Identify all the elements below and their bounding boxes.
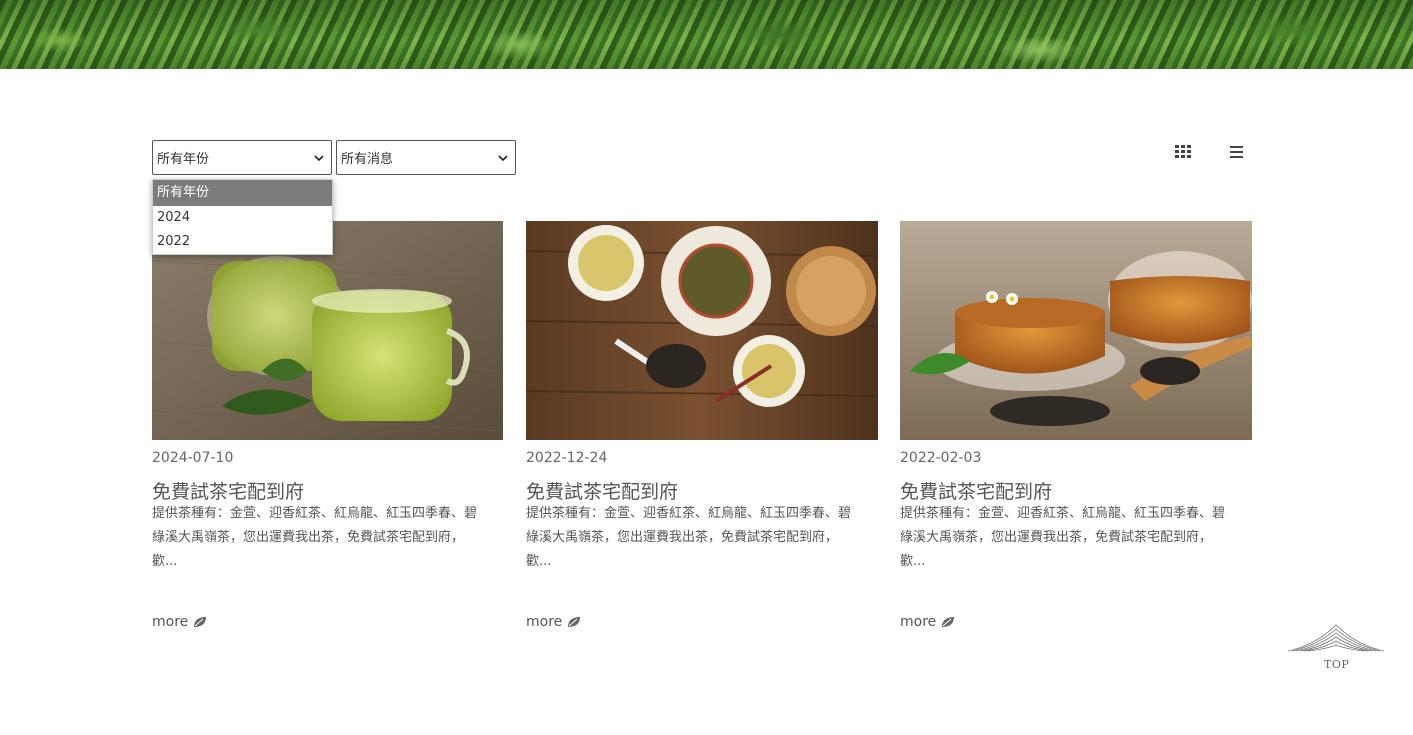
post-title[interactable]: 免費試茶宅配到府 bbox=[526, 477, 678, 504]
teapot-photo bbox=[526, 221, 878, 440]
post-date: 2022-12-24 bbox=[526, 450, 608, 466]
leaf-icon bbox=[942, 617, 955, 627]
more-link-label: more bbox=[900, 614, 937, 630]
category-filter-select-wrap: 所有消息 bbox=[336, 140, 516, 175]
header-banner-image bbox=[0, 0, 1413, 69]
more-link[interactable]: more bbox=[526, 614, 581, 630]
category-filter-select[interactable]: 所有消息 bbox=[336, 140, 516, 175]
year-filter-select-wrap: 所有年份 bbox=[152, 140, 332, 175]
year-filter-select[interactable]: 所有年份 bbox=[152, 140, 332, 175]
post-excerpt: 提供茶種有：金萱、迎香紅茶、紅烏龍、紅玉四季春、碧 綠溪大禹嶺茶，您出運費我出茶… bbox=[900, 502, 1252, 574]
more-link-label: more bbox=[152, 614, 189, 630]
year-dropdown-list: 所有年份 2024 2022 bbox=[152, 179, 333, 255]
year-filter-value: 所有年份 bbox=[157, 152, 210, 167]
more-link[interactable]: more bbox=[900, 614, 955, 630]
list-view-icon bbox=[1230, 146, 1243, 158]
chevron-down-icon bbox=[498, 155, 508, 162]
more-link[interactable]: more bbox=[152, 614, 207, 630]
post-excerpt-line: 歡... bbox=[900, 554, 926, 569]
post-excerpt-line: 歡... bbox=[526, 554, 552, 569]
category-filter-value: 所有消息 bbox=[341, 152, 394, 167]
post-excerpt-line: 提供茶種有：金萱、迎香紅茶、紅烏龍、紅玉四季春、碧 bbox=[900, 506, 1226, 521]
post-excerpt-line: 提供茶種有：金萱、迎香紅茶、紅烏龍、紅玉四季春、碧 bbox=[152, 506, 478, 521]
black-tea-photo bbox=[900, 221, 1252, 440]
leaf-icon bbox=[568, 617, 581, 627]
post-excerpt-line: 提供茶種有：金萱、迎香紅茶、紅烏龍、紅玉四季春、碧 bbox=[526, 506, 852, 521]
back-to-top-label[interactable]: TOP bbox=[1324, 658, 1349, 671]
post-excerpt-line: 綠溪大禹嶺茶，您出運費我出茶，免費試茶宅配到府， bbox=[152, 530, 465, 545]
news-card[interactable] bbox=[526, 221, 878, 440]
mountain-icon bbox=[1287, 624, 1385, 652]
post-date: 2022-02-03 bbox=[900, 450, 982, 466]
post-title[interactable]: 免費試茶宅配到府 bbox=[152, 477, 304, 504]
post-excerpt: 提供茶種有：金萱、迎香紅茶、紅烏龍、紅玉四季春、碧 綠溪大禹嶺茶，您出運費我出茶… bbox=[152, 502, 504, 574]
post-excerpt: 提供茶種有：金萱、迎香紅茶、紅烏龍、紅玉四季春、碧 綠溪大禹嶺茶，您出運費我出茶… bbox=[526, 502, 878, 574]
leaf-icon bbox=[194, 617, 207, 627]
post-excerpt-line: 綠溪大禹嶺茶，您出運費我出茶，免費試茶宅配到府， bbox=[526, 530, 839, 545]
post-excerpt-line: 歡... bbox=[152, 554, 178, 569]
news-card[interactable] bbox=[900, 221, 1252, 440]
post-date: 2024-07-10 bbox=[152, 450, 234, 466]
list-view-button[interactable] bbox=[1230, 144, 1250, 160]
year-option[interactable]: 2024 bbox=[153, 206, 332, 230]
chevron-down-icon bbox=[314, 155, 324, 162]
post-excerpt-line: 綠溪大禹嶺茶，您出運費我出茶，免費試茶宅配到府， bbox=[900, 530, 1213, 545]
year-option[interactable]: 2022 bbox=[153, 230, 332, 254]
post-title[interactable]: 免費試茶宅配到府 bbox=[900, 477, 1052, 504]
year-option[interactable]: 所有年份 bbox=[153, 180, 332, 206]
grid-view-button[interactable] bbox=[1175, 144, 1195, 160]
more-link-label: more bbox=[526, 614, 563, 630]
grid-view-icon bbox=[1175, 145, 1191, 158]
